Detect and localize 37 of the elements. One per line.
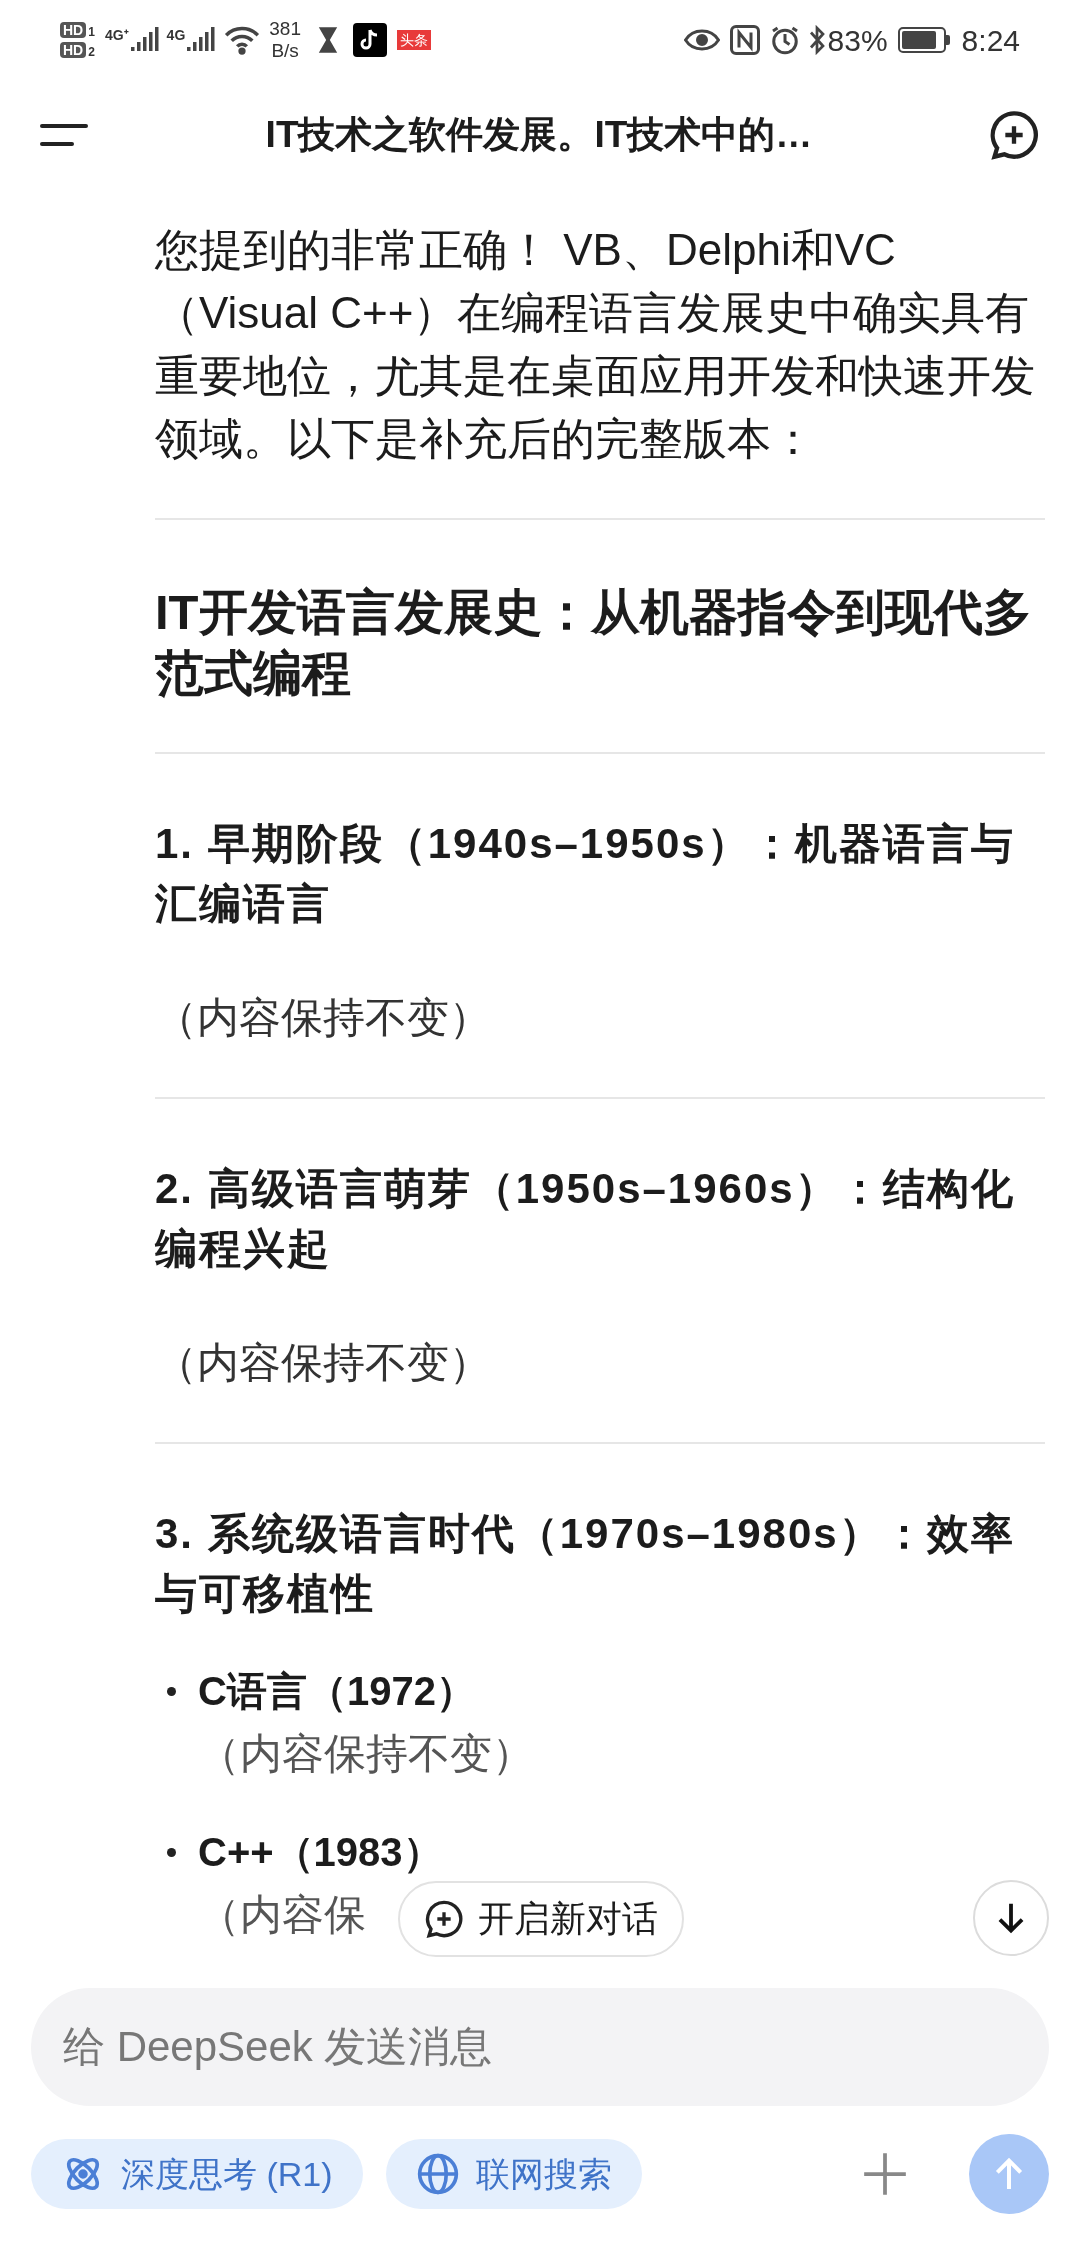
sim-slot: 1 xyxy=(88,26,95,38)
sim-label: HD xyxy=(60,22,87,38)
clock: 8:24 xyxy=(961,22,1020,59)
bluetooth-icon xyxy=(807,25,826,55)
network-type: 4G xyxy=(166,26,186,45)
app-badge: 头条 xyxy=(397,30,431,50)
battery-percent: 83% xyxy=(827,22,888,59)
globe-icon xyxy=(415,2152,460,2196)
bullet-title: C语言（1972） xyxy=(198,1668,477,1715)
sim-label: HD xyxy=(60,42,87,58)
sim-slot: 2 xyxy=(88,46,95,58)
new-chat-icon[interactable] xyxy=(988,109,1040,161)
section-heading: 2. 高级语言萌芽（1950s–1960s）：结构化编程兴起 xyxy=(155,1164,1016,1274)
network-type: 4G⁺ xyxy=(104,26,129,45)
nfc-icon xyxy=(729,25,760,55)
note-text: （内容保持不变） xyxy=(155,1338,492,1388)
network-speed-unit: B/s xyxy=(271,40,299,62)
new-chat-icon xyxy=(424,1899,464,1939)
new-chat-button[interactable]: 开启新对话 xyxy=(398,1881,684,1957)
message-input[interactable]: 给 DeepSeek 发送消息 xyxy=(31,1988,1049,2106)
feature-toggle[interactable]: 深度思考 (R1) xyxy=(31,2139,363,2209)
note-text: （内容保持不变） xyxy=(155,993,492,1043)
feature-toggle[interactable]: 联网搜索 xyxy=(385,2139,642,2209)
section-title: IT开发语言发展史：从机器指令到现代多范式编程 xyxy=(155,584,1033,702)
alarm-icon xyxy=(769,25,800,55)
note-text: （内容保 xyxy=(198,1890,367,1940)
chat-title: IT技术之软件发展。IT技术中的… xyxy=(265,113,813,158)
note-text: （内容保持不变） xyxy=(198,1729,534,1779)
network-speed: 381 xyxy=(269,18,301,40)
hourglass-icon xyxy=(317,25,339,55)
wifi-icon xyxy=(223,24,262,56)
section-heading: 3. 系统级语言时代（1970s–1980s）：效率与可移植性 xyxy=(155,1509,1016,1619)
bullet-title: C++（1983） xyxy=(198,1829,443,1876)
section-heading: 1. 早期阶段（1940s–1950s）：机器语言与汇编语言 xyxy=(155,819,1016,929)
battery-icon xyxy=(897,27,950,53)
app-notification-icon xyxy=(353,23,387,57)
message-paragraph: 您提到的非常正确！ VB、Delphi和VC（Visual C++）在编程语言发展史中确实具有重要地位，尤其是在桌面应用开发和快速开发领域。以下是补充后的完整版本： xyxy=(155,224,1036,465)
